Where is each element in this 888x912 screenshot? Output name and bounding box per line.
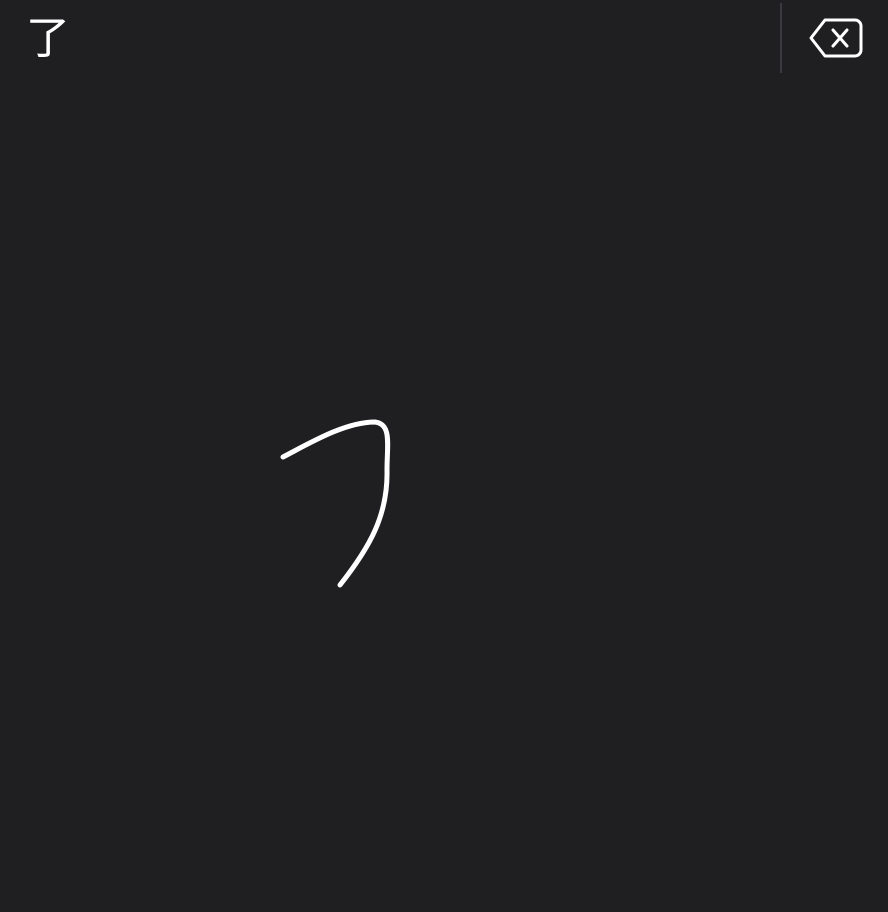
handwriting-keyboard: 了: [0, 0, 888, 912]
handwritten-stroke: [280, 419, 391, 588]
handwriting-canvas[interactable]: [0, 78, 888, 912]
